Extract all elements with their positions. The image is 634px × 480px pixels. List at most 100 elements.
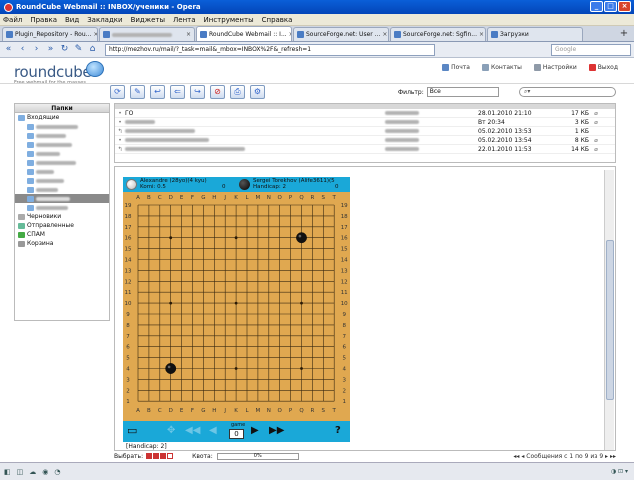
select-all-icon[interactable]	[146, 453, 153, 459]
next-move-icon[interactable]: ▶	[251, 425, 259, 437]
column-label: D	[169, 195, 173, 201]
logout-link[interactable]: Выход	[588, 64, 618, 71]
reply-button[interactable]: ↩	[150, 85, 165, 99]
last-move-icon[interactable]: ▶▶	[269, 425, 284, 437]
new-tab-button[interactable]: +	[617, 27, 631, 41]
tab-bar: Plugin_Repository - Rou... × × RoundCube …	[0, 26, 634, 42]
folder-sub-selected[interactable]	[15, 194, 109, 203]
folder-sub[interactable]	[15, 149, 109, 158]
help-icon[interactable]: ?	[335, 425, 341, 437]
home-icon[interactable]: ⌂	[87, 44, 98, 55]
menu-item-widgets[interactable]: Виджеты	[131, 16, 165, 24]
maximize-button[interactable]: □	[604, 1, 617, 12]
close-tab-icon[interactable]: ×	[382, 31, 387, 38]
rewind-icon[interactable]: «	[3, 44, 14, 55]
close-tab-icon[interactable]: ×	[479, 31, 484, 38]
edit-icon[interactable]: ✎	[73, 44, 84, 55]
panels-icon[interactable]: ◧	[4, 468, 11, 476]
navigation-bar: « ‹ › » ↻ ✎ ⌂ http://mezhov.ru/mail/?_ta…	[0, 42, 634, 58]
select-unread-icon[interactable]	[160, 453, 167, 459]
player-black-info: Alexandre (28yo)(4 kyu) Komi: 0.5 0	[126, 178, 236, 191]
folder-sub[interactable]	[15, 131, 109, 140]
folder-sub[interactable]	[15, 140, 109, 149]
preview-scrollbar[interactable]	[604, 170, 614, 450]
first-move-icon[interactable]: ◀◀	[185, 425, 200, 437]
row-label: 9	[342, 312, 346, 318]
board-menu-icon[interactable]: ▭	[127, 425, 137, 437]
tab-sourceforge-user[interactable]: SourceForge.net: User ... ×	[293, 27, 389, 41]
back-icon[interactable]: ‹	[17, 44, 28, 55]
filter: Фильтр: Все	[398, 87, 499, 97]
mail-link[interactable]: Почта	[442, 64, 470, 71]
menu-item-help[interactable]: Справка	[262, 16, 293, 24]
menu-item-view[interactable]: Вид	[65, 16, 79, 24]
reload-icon[interactable]: ↻	[59, 44, 70, 55]
read-status-icon: •	[118, 109, 122, 117]
unite-icon[interactable]: ◉	[42, 468, 48, 476]
scrollbar-thumb[interactable]	[606, 240, 614, 400]
zoom-control[interactable]: ◑ ⊡ ▾	[611, 468, 628, 475]
close-window-button[interactable]: ×	[618, 1, 631, 12]
move-number-field[interactable]: 0	[229, 429, 244, 439]
message-row[interactable]: ↰ 05.02.2010 13:53 1 КБ	[115, 127, 615, 136]
message-row[interactable]: • ГО 28.01.2010 21:10 17 КБ ⌀	[115, 109, 615, 118]
folder-drafts[interactable]: Черновики	[15, 212, 109, 221]
refresh-button[interactable]: ⟳	[110, 85, 125, 99]
folder-sub[interactable]	[15, 158, 109, 167]
row-label: 1	[342, 399, 346, 405]
more-actions-button[interactable]: ⚙	[250, 85, 265, 99]
settings-link[interactable]: Настройки	[533, 64, 577, 71]
filter-select[interactable]: Все	[426, 87, 499, 97]
menu-item-file[interactable]: Файл	[3, 16, 22, 24]
compose-button[interactable]: ✎	[130, 85, 145, 99]
fast-forward-icon[interactable]: »	[45, 44, 56, 55]
menu-item-bookmarks[interactable]: Закладки	[87, 16, 122, 24]
delete-button[interactable]: ⊘	[210, 85, 225, 99]
tab-dropbox[interactable]: ×	[99, 27, 195, 41]
close-tab-icon[interactable]: ×	[93, 31, 97, 38]
close-tab-icon[interactable]: ×	[289, 31, 291, 38]
sync-icon[interactable]: ☁	[29, 468, 36, 476]
forward-button[interactable]: ↪	[190, 85, 205, 99]
go-board[interactable]: AABBCCDDEEFFGGHHJJKKLLMMNNOOPPQQRRSSTT19…	[123, 192, 350, 421]
folder-icon	[27, 141, 34, 148]
folder-sub[interactable]	[15, 122, 109, 131]
menu-item-tools[interactable]: Инструменты	[204, 16, 254, 24]
quick-search-input[interactable]: ⌕▾	[519, 87, 616, 97]
minimize-button[interactable]: _	[590, 1, 603, 12]
message-row[interactable]: • Вт 20:34 3 КБ ⌀	[115, 118, 615, 127]
folder-sub[interactable]	[15, 176, 109, 185]
navigate-icon[interactable]: ✥	[167, 425, 175, 437]
folder-inbox[interactable]: Входящие	[15, 113, 109, 122]
folder-sent[interactable]: Отправленные	[15, 221, 109, 230]
address-field[interactable]: http://mezhov.ru/mail/?_task=mail&_mbox=…	[105, 43, 435, 56]
folder-trash[interactable]: Корзина	[15, 239, 109, 248]
close-tab-icon[interactable]: ×	[186, 31, 191, 38]
folder-sub[interactable]	[15, 203, 109, 212]
message-row[interactable]: ↰ 22.01.2010 11:53 14 КБ ⌀	[115, 145, 615, 154]
menu-item-edit[interactable]: Правка	[30, 16, 57, 24]
speed-dial-icon[interactable]: ◫	[17, 468, 24, 476]
column-label: C	[158, 408, 162, 414]
menu-item-feeds[interactable]: Лента	[173, 16, 196, 24]
row-label: 7	[126, 334, 130, 340]
forward-icon[interactable]: ›	[31, 44, 42, 55]
turbo-icon[interactable]: ◔	[54, 468, 60, 476]
previous-move-icon[interactable]: ◀	[209, 425, 217, 437]
message-row[interactable]: • 05.02.2010 13:54 8 КБ ⌀	[115, 136, 615, 145]
select-page-icon[interactable]	[153, 453, 160, 459]
page-nav-icon[interactable]: ▸ ▸▸	[603, 453, 616, 460]
reply-all-button[interactable]: ⇐	[170, 85, 185, 99]
folder-spam[interactable]: СПАМ	[15, 230, 109, 239]
tab-downloads[interactable]: Загрузки	[487, 27, 583, 41]
folder-sub[interactable]	[15, 185, 109, 194]
print-button[interactable]: ⎙	[230, 85, 245, 99]
contacts-link[interactable]: Контакты	[481, 64, 522, 71]
tab-roundcube[interactable]: RoundCube Webmail :: I...×	[196, 26, 292, 41]
select-none-icon[interactable]	[167, 453, 174, 459]
tab-plugin-repository[interactable]: Plugin_Repository - Rou... ×	[2, 27, 98, 41]
page-nav-icon[interactable]: ◂◂ ◂	[513, 453, 526, 460]
folder-sub[interactable]	[15, 167, 109, 176]
tab-sourceforge-sgfin[interactable]: SourceForge.net: Sgfin... ×	[390, 27, 486, 41]
search-field[interactable]: Google	[551, 43, 631, 56]
